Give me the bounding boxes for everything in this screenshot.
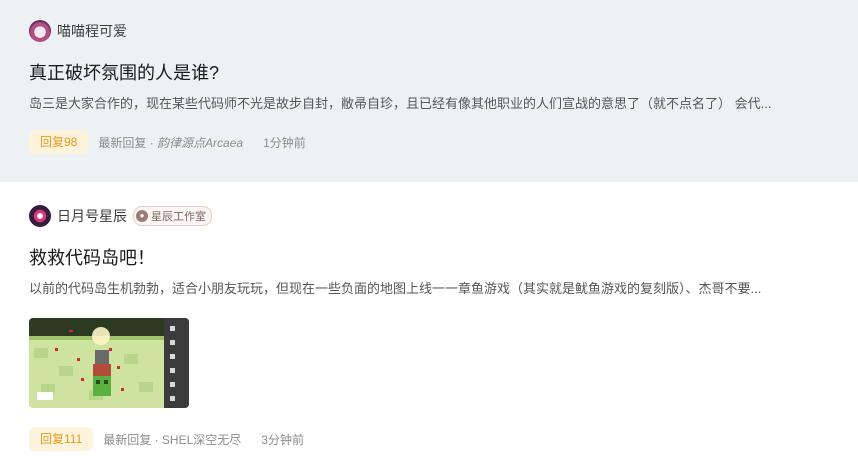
avatar[interactable] — [29, 205, 51, 227]
post-time: 1分钟前 — [263, 135, 306, 150]
studio-icon: ● — [136, 210, 148, 222]
last-reply-user[interactable]: SHEL深空无尽 — [162, 433, 241, 447]
last-reply-prefix: 最新回复 · — [98, 135, 158, 150]
author-row: 日月号星辰 ● 星辰工作室 — [29, 205, 829, 227]
last-reply-user[interactable]: 韵律源点Arcaea — [157, 136, 243, 150]
author-name[interactable]: 喵喵程可爱 — [57, 21, 127, 41]
post-excerpt: 以前的代码岛生机勃勃，适合小朋友玩玩，但现在一些负面的地图上线一一章鱼游戏（其实… — [29, 281, 762, 296]
post-excerpt: 岛三是大家合作的，现在某些代码师不光是故步自封，敝帚自珍，且已经有像其他职业的人… — [29, 96, 772, 111]
studio-badge-label: 星辰工作室 — [151, 211, 206, 223]
post-title[interactable]: 真正破坏氛围的人是谁? — [29, 61, 829, 85]
reply-count-badge: 回复98 — [29, 130, 89, 154]
game-scene-image — [29, 318, 189, 408]
avatar[interactable] — [29, 20, 51, 42]
post-card[interactable]: 喵喵程可爱 真正破坏氛围的人是谁? 岛三是大家合作的，现在某些代码师不光是故步自… — [0, 0, 858, 182]
post-meta: 回复98 最新回复 · 韵律源点Arcaea 1分钟前 — [29, 130, 829, 154]
post-meta: 回复111 最新回复 · SHEL深空无尽 3分钟前 — [29, 427, 829, 451]
studio-badge[interactable]: ● 星辰工作室 — [133, 206, 212, 226]
author-name[interactable]: 日月号星辰 — [57, 206, 127, 226]
post-thumbnail[interactable] — [29, 318, 189, 408]
last-reply-prefix: 最新回复 · — [103, 432, 162, 447]
reply-count-badge: 回复111 — [29, 427, 94, 451]
post-card[interactable]: 日月号星辰 ● 星辰工作室 救救代码岛吧！ 以前的代码岛生机勃勃，适合小朋友玩玩… — [0, 182, 858, 474]
author-row: 喵喵程可爱 — [29, 20, 829, 42]
post-title[interactable]: 救救代码岛吧！ — [29, 246, 829, 270]
post-time: 3分钟前 — [261, 432, 304, 447]
last-reply: 最新回复 · 韵律源点Arcaea — [98, 134, 243, 151]
last-reply: 最新回复 · SHEL深空无尽 — [103, 431, 241, 448]
